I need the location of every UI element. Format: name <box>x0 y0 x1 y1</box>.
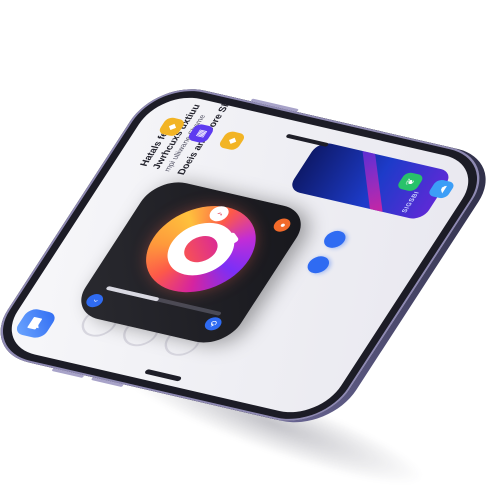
earpiece-notch <box>144 368 183 382</box>
volume-down-button <box>90 377 124 388</box>
playback-progress-fill <box>105 285 160 302</box>
playback-progress-track[interactable] <box>105 285 222 316</box>
chevron-icon[interactable]: ‹ <box>83 292 107 309</box>
chat-bubble-icon[interactable] <box>13 307 59 340</box>
phone-device: ‹ ● ♪ ⟲ Hatals fesih Jwrhcuxs uxtiuu mpi… <box>0 79 500 432</box>
shuffle-icon[interactable]: ⟲ <box>201 315 225 332</box>
flame-icon[interactable]: ● <box>270 217 294 234</box>
banner-stripe <box>361 141 383 216</box>
phone-screen: ‹ ● ♪ ⟲ Hatals fesih Jwrhcuxs uxtiuu mpi… <box>0 89 485 421</box>
blue-action-button[interactable] <box>303 254 333 276</box>
volume-up-button <box>51 368 85 379</box>
power-button <box>250 98 299 112</box>
blue-action-button[interactable] <box>320 229 350 250</box>
promo-banner[interactable]: SIGSBI <box>287 140 454 221</box>
product-render: ‹ ● ♪ ⟲ Hatals fesih Jwrhcuxs uxtiuu mpi… <box>0 0 500 500</box>
music-app-logo-icon <box>126 196 276 302</box>
banner-caption: SIGSBI <box>401 190 422 214</box>
chat-bubble-glyph <box>27 317 42 330</box>
phone-body: ‹ ● ♪ ⟲ Hatals fesih Jwrhcuxs uxtiuu mpi… <box>0 79 500 431</box>
logo-ring <box>155 217 247 282</box>
logo-center <box>178 233 224 266</box>
